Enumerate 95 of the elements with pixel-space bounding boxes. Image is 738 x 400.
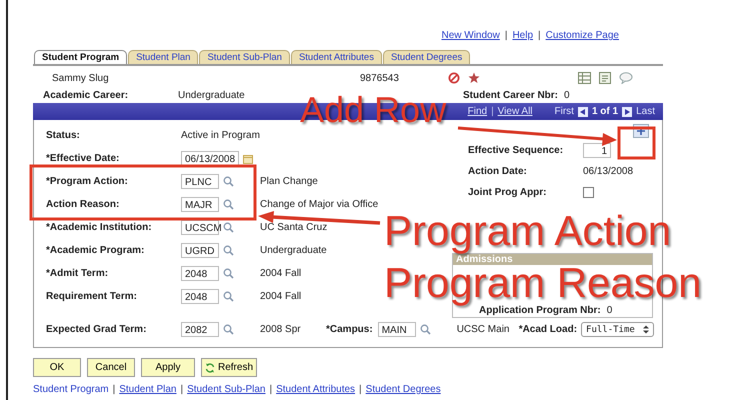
header-link[interactable]: Help xyxy=(512,30,534,44)
field-description: UC Santa Cruz xyxy=(260,222,328,233)
field-label: *Academic Institution: xyxy=(46,222,153,233)
date-field[interactable]: 06/13/2008 xyxy=(181,151,239,166)
field-value: 06/13/2008 xyxy=(583,166,634,177)
navigation-link[interactable]: View All xyxy=(498,106,533,117)
input-field[interactable]: UCSCM xyxy=(181,220,219,235)
header-link[interactable]: New Window xyxy=(441,30,500,44)
stepper-icon xyxy=(642,325,649,334)
separator: | xyxy=(491,106,494,117)
input-field[interactable]: UGRD xyxy=(181,243,219,258)
tab[interactable]: Student Plan xyxy=(128,50,198,64)
field-label: Academic Career: xyxy=(43,90,130,100)
separator: | xyxy=(269,384,272,395)
search-icon[interactable] xyxy=(223,268,234,279)
row-count: 1 of 1 xyxy=(592,106,618,117)
separator: | xyxy=(538,30,541,43)
star-icon[interactable] xyxy=(468,72,480,84)
field-label: *Effective Date: xyxy=(46,153,120,164)
calendar-icon[interactable] xyxy=(243,154,253,164)
tab[interactable]: Student Sub-Plan xyxy=(199,50,290,64)
input-field[interactable]: 2048 xyxy=(181,289,219,304)
action-button[interactable]: Apply xyxy=(141,358,195,377)
search-icon[interactable] xyxy=(420,324,431,335)
field-description: Plan Change xyxy=(260,176,318,187)
separator: | xyxy=(112,384,116,395)
search-icon[interactable] xyxy=(223,199,234,210)
refresh-button[interactable]: Refresh xyxy=(201,358,257,377)
field-label: Joint Prog Appr: xyxy=(468,187,548,198)
field-description: 2004 Fall xyxy=(260,268,302,279)
input-field[interactable]: 1 xyxy=(583,143,611,158)
input-field[interactable]: 2048 xyxy=(181,266,219,281)
search-icon[interactable] xyxy=(223,245,234,256)
field-label: Action Date: xyxy=(468,166,528,177)
last-label: Last xyxy=(636,106,655,117)
separator: | xyxy=(504,30,508,43)
search-icon[interactable] xyxy=(223,291,234,302)
checkbox[interactable] xyxy=(583,187,594,198)
field-label: Action Reason: xyxy=(46,199,120,210)
annotation-text: Program Reason xyxy=(384,262,702,304)
next-icon[interactable] xyxy=(622,106,632,116)
field-label: Effective Sequence: xyxy=(468,145,564,156)
field-label: Requirement Term: xyxy=(46,291,138,302)
field-value: 0 xyxy=(606,304,612,316)
field-value: Undergraduate xyxy=(178,90,246,100)
separator: | xyxy=(359,384,362,395)
field-description: UCSC Main xyxy=(456,324,510,335)
input-field[interactable]: 2082 xyxy=(181,322,219,337)
field-value: Active in Program xyxy=(181,130,260,141)
input-field[interactable]: PLNC xyxy=(181,174,219,189)
field-label: *Campus: xyxy=(326,324,373,335)
field-label: Application Program Nbr: xyxy=(479,304,601,316)
tab[interactable]: Student Degrees xyxy=(382,50,470,64)
annotation-text: Program Action xyxy=(384,210,672,252)
field-label: *Admit Term: xyxy=(46,268,110,279)
grid-icon[interactable] xyxy=(578,72,591,84)
tab[interactable]: Student Program xyxy=(34,50,128,64)
field-description: Change of Major via Office xyxy=(260,199,378,210)
field-description: 2008 Spr xyxy=(260,324,302,335)
footer-link[interactable]: Student Program xyxy=(33,384,109,395)
field-label: Student Career Nbr: xyxy=(463,90,558,100)
input-field[interactable]: MAIN xyxy=(378,322,416,337)
footer-link[interactable]: Student Sub-Plan xyxy=(187,384,266,395)
field-label: *Academic Program: xyxy=(46,245,146,256)
field-label: Expected Grad Term: xyxy=(46,324,148,335)
field-label: *Acad Load: xyxy=(518,324,578,335)
dropdown[interactable]: Full-Time xyxy=(581,322,654,337)
search-icon[interactable] xyxy=(223,176,234,187)
section-header: Admissions xyxy=(453,254,652,265)
highlight-box xyxy=(618,126,656,160)
speech-bubble-icon[interactable] xyxy=(619,72,633,84)
first-label: First xyxy=(554,106,574,117)
field-description: Undergraduate xyxy=(260,245,327,256)
refresh-icon xyxy=(204,362,215,372)
tab[interactable]: Student Attributes xyxy=(290,50,382,64)
previous-icon[interactable] xyxy=(578,106,588,116)
prohibited-icon[interactable] xyxy=(448,72,460,84)
footer-link[interactable]: Student Attributes xyxy=(276,384,356,395)
footer-link[interactable]: Student Degrees xyxy=(366,384,441,395)
search-icon[interactable] xyxy=(223,324,234,335)
navigation-link[interactable]: Find xyxy=(468,106,488,117)
search-icon[interactable] xyxy=(223,222,234,233)
action-button[interactable]: OK xyxy=(33,358,81,377)
student-id: 9876543 xyxy=(360,72,400,84)
field-label: *Program Action: xyxy=(46,176,129,187)
action-button[interactable]: Cancel xyxy=(87,358,135,377)
input-field[interactable]: MAJR xyxy=(181,197,219,212)
field-description: 2004 Fall xyxy=(260,291,302,302)
notepad-icon[interactable] xyxy=(599,72,611,84)
header-link[interactable]: Customize Page xyxy=(546,30,619,44)
footer-link[interactable]: Student Plan xyxy=(119,384,176,395)
separator: | xyxy=(180,384,184,395)
field-value: 0 xyxy=(564,90,570,100)
field-label: Status: xyxy=(46,130,81,141)
student-name: Sammy Slug xyxy=(51,72,110,84)
